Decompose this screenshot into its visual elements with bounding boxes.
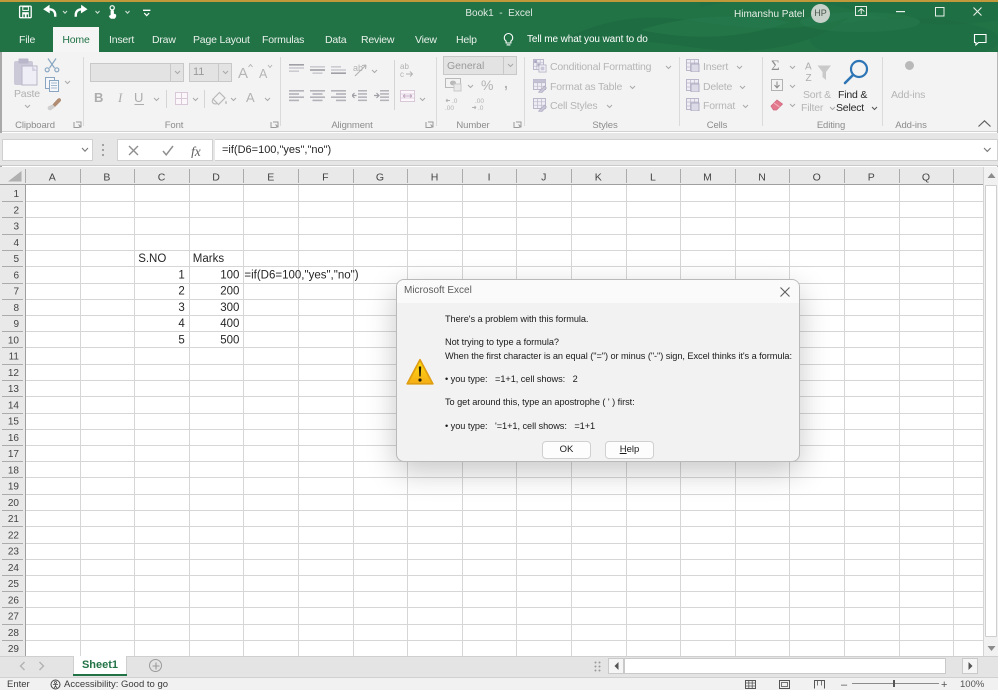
svg-text:3: 3 [13, 222, 19, 233]
svg-text:11: 11 [9, 352, 20, 363]
svg-text:U: U [134, 90, 143, 105]
svg-text:20: 20 [8, 498, 20, 509]
svg-text:24: 24 [8, 563, 20, 574]
svg-text:300: 300 [220, 302, 239, 314]
svg-text:29: 29 [8, 644, 20, 655]
svg-text:G: G [376, 172, 384, 184]
svg-text:21: 21 [8, 514, 20, 525]
svg-text:4: 4 [13, 238, 19, 249]
svg-text:J: J [541, 172, 546, 184]
svg-text:400: 400 [220, 318, 239, 330]
svg-text:200: 200 [220, 286, 239, 298]
svg-text:I: I [117, 90, 123, 105]
svg-text:Z: Z [806, 73, 812, 82]
svg-text:N: N [758, 172, 766, 184]
svg-text:H: H [431, 172, 439, 184]
svg-text:A: A [238, 65, 248, 82]
svg-text:22: 22 [8, 530, 20, 541]
svg-text:7: 7 [13, 287, 19, 298]
svg-text:2: 2 [178, 286, 184, 298]
svg-text:L: L [650, 172, 656, 184]
svg-text:.0: .0 [478, 105, 484, 111]
svg-text:=if(D6=100,"yes","no"): =if(D6=100,"yes","no") [244, 269, 358, 281]
svg-text:E: E [267, 172, 274, 184]
svg-text:19: 19 [8, 482, 20, 493]
svg-text:B: B [103, 172, 110, 184]
svg-text:B: B [94, 90, 103, 105]
svg-text:18: 18 [8, 465, 20, 476]
svg-text:10: 10 [8, 335, 20, 346]
svg-text:25: 25 [8, 579, 20, 590]
svg-text:S.NO: S.NO [138, 253, 166, 265]
svg-text:4: 4 [178, 318, 185, 330]
svg-text:M: M [703, 172, 712, 184]
svg-text:28: 28 [8, 628, 20, 639]
svg-text:9: 9 [13, 319, 19, 330]
svg-text:12: 12 [8, 368, 20, 379]
svg-text:O: O [813, 172, 821, 184]
svg-text:1: 1 [13, 189, 19, 200]
svg-text:,: , [504, 78, 508, 91]
svg-text:13: 13 [8, 384, 20, 395]
svg-text:100: 100 [220, 269, 239, 281]
svg-text:I: I [488, 172, 491, 184]
svg-text:K: K [595, 172, 602, 184]
svg-text:F: F [322, 172, 328, 184]
svg-text:Marks: Marks [193, 253, 225, 265]
svg-text:1: 1 [178, 269, 184, 281]
svg-text:C: C [158, 172, 166, 184]
svg-text:ab: ab [353, 63, 363, 73]
svg-text:.00: .00 [475, 98, 484, 105]
svg-text:.00: .00 [445, 105, 454, 111]
svg-text:14: 14 [8, 400, 20, 411]
svg-text:c: c [400, 70, 404, 78]
svg-text:2: 2 [13, 205, 19, 216]
svg-text:5: 5 [13, 254, 19, 265]
svg-text:23: 23 [8, 547, 20, 558]
svg-text:17: 17 [8, 449, 20, 460]
svg-text:16: 16 [8, 433, 20, 444]
svg-text:3: 3 [178, 302, 184, 314]
svg-text:%: % [481, 78, 493, 92]
svg-text:5: 5 [178, 334, 184, 346]
svg-text:6: 6 [13, 270, 19, 281]
svg-text:27: 27 [8, 612, 20, 623]
svg-text:A: A [805, 62, 812, 73]
svg-text:A: A [259, 67, 268, 81]
svg-text:8: 8 [13, 303, 19, 314]
svg-text:Q: Q [922, 172, 930, 184]
svg-text:500: 500 [220, 334, 239, 346]
svg-text:P: P [868, 172, 875, 184]
svg-text:26: 26 [8, 595, 20, 606]
svg-text:fx: fx [191, 144, 201, 158]
svg-text:.0: .0 [452, 98, 458, 105]
svg-text:A: A [49, 172, 56, 184]
svg-text:15: 15 [8, 417, 20, 428]
svg-text:D: D [212, 172, 220, 184]
